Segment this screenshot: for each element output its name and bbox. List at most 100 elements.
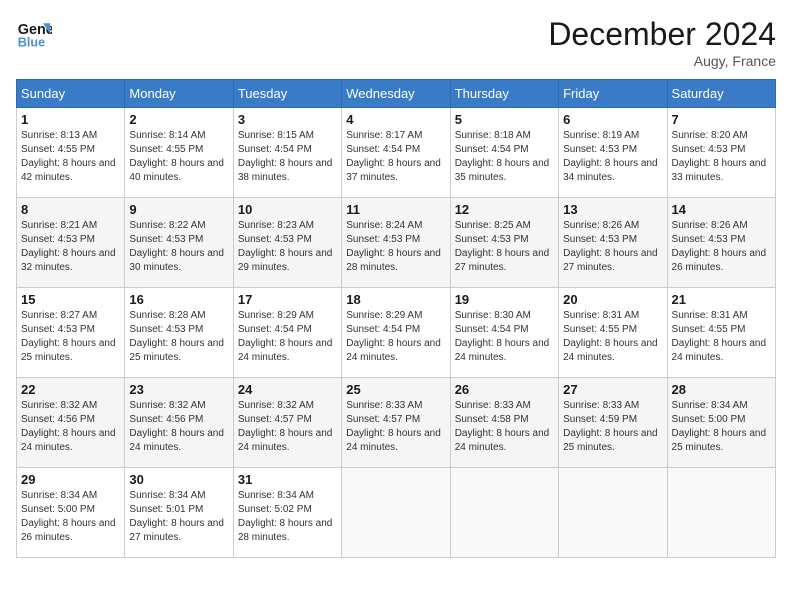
day-info: Sunrise: 8:32 AM Sunset: 4:57 PM Dayligh… xyxy=(238,399,337,455)
day-23: 23 Sunrise: 8:32 AM Sunset: 4:56 PM Dayl… xyxy=(125,378,233,468)
day-13: 13 Sunrise: 8:26 AM Sunset: 4:53 PM Dayl… xyxy=(559,198,667,288)
day-info: Sunrise: 8:13 AM Sunset: 4:55 PM Dayligh… xyxy=(21,129,120,185)
day-number: 18 xyxy=(346,292,445,307)
day-info: Sunrise: 8:22 AM Sunset: 4:53 PM Dayligh… xyxy=(129,219,228,275)
day-number: 31 xyxy=(238,472,337,487)
day-16: 16 Sunrise: 8:28 AM Sunset: 4:53 PM Dayl… xyxy=(125,288,233,378)
day-number: 14 xyxy=(672,202,771,217)
day-number: 6 xyxy=(563,112,662,127)
day-number: 10 xyxy=(238,202,337,217)
day-info: Sunrise: 8:34 AM Sunset: 5:00 PM Dayligh… xyxy=(21,489,120,545)
day-20: 20 Sunrise: 8:31 AM Sunset: 4:55 PM Dayl… xyxy=(559,288,667,378)
title-block: December 2024 Augy, France xyxy=(548,16,776,69)
day-19: 19 Sunrise: 8:30 AM Sunset: 4:54 PM Dayl… xyxy=(450,288,558,378)
col-sunday: Sunday xyxy=(17,80,125,108)
day-info: Sunrise: 8:34 AM Sunset: 5:02 PM Dayligh… xyxy=(238,489,337,545)
col-friday: Friday xyxy=(559,80,667,108)
day-28: 28 Sunrise: 8:34 AM Sunset: 5:00 PM Dayl… xyxy=(667,378,775,468)
day-info: Sunrise: 8:33 AM Sunset: 4:58 PM Dayligh… xyxy=(455,399,554,455)
day-info: Sunrise: 8:18 AM Sunset: 4:54 PM Dayligh… xyxy=(455,129,554,185)
day-5: 5 Sunrise: 8:18 AM Sunset: 4:54 PM Dayli… xyxy=(450,108,558,198)
day-info: Sunrise: 8:26 AM Sunset: 4:53 PM Dayligh… xyxy=(563,219,662,275)
day-17: 17 Sunrise: 8:29 AM Sunset: 4:54 PM Dayl… xyxy=(233,288,341,378)
empty-day xyxy=(342,468,450,558)
day-info: Sunrise: 8:24 AM Sunset: 4:53 PM Dayligh… xyxy=(346,219,445,275)
calendar-table: Sunday Monday Tuesday Wednesday Thursday… xyxy=(16,79,776,558)
day-info: Sunrise: 8:17 AM Sunset: 4:54 PM Dayligh… xyxy=(346,129,445,185)
col-wednesday: Wednesday xyxy=(342,80,450,108)
calendar-week-5: 29 Sunrise: 8:34 AM Sunset: 5:00 PM Dayl… xyxy=(17,468,776,558)
day-number: 13 xyxy=(563,202,662,217)
calendar-header-row: Sunday Monday Tuesday Wednesday Thursday… xyxy=(17,80,776,108)
day-number: 21 xyxy=(672,292,771,307)
empty-day xyxy=(559,468,667,558)
day-info: Sunrise: 8:33 AM Sunset: 4:57 PM Dayligh… xyxy=(346,399,445,455)
page-header: General Blue December 2024 Augy, France xyxy=(16,16,776,69)
day-3: 3 Sunrise: 8:15 AM Sunset: 4:54 PM Dayli… xyxy=(233,108,341,198)
day-number: 26 xyxy=(455,382,554,397)
day-number: 9 xyxy=(129,202,228,217)
day-number: 27 xyxy=(563,382,662,397)
day-21: 21 Sunrise: 8:31 AM Sunset: 4:55 PM Dayl… xyxy=(667,288,775,378)
day-number: 5 xyxy=(455,112,554,127)
day-info: Sunrise: 8:26 AM Sunset: 4:53 PM Dayligh… xyxy=(672,219,771,275)
day-info: Sunrise: 8:28 AM Sunset: 4:53 PM Dayligh… xyxy=(129,309,228,365)
day-24: 24 Sunrise: 8:32 AM Sunset: 4:57 PM Dayl… xyxy=(233,378,341,468)
day-number: 15 xyxy=(21,292,120,307)
day-info: Sunrise: 8:20 AM Sunset: 4:53 PM Dayligh… xyxy=(672,129,771,185)
day-number: 16 xyxy=(129,292,228,307)
day-22: 22 Sunrise: 8:32 AM Sunset: 4:56 PM Dayl… xyxy=(17,378,125,468)
day-number: 4 xyxy=(346,112,445,127)
day-4: 4 Sunrise: 8:17 AM Sunset: 4:54 PM Dayli… xyxy=(342,108,450,198)
logo: General Blue xyxy=(16,16,56,52)
day-31: 31 Sunrise: 8:34 AM Sunset: 5:02 PM Dayl… xyxy=(233,468,341,558)
empty-day xyxy=(667,468,775,558)
day-number: 28 xyxy=(672,382,771,397)
day-info: Sunrise: 8:31 AM Sunset: 4:55 PM Dayligh… xyxy=(672,309,771,365)
day-info: Sunrise: 8:19 AM Sunset: 4:53 PM Dayligh… xyxy=(563,129,662,185)
day-number: 1 xyxy=(21,112,120,127)
col-tuesday: Tuesday xyxy=(233,80,341,108)
col-thursday: Thursday xyxy=(450,80,558,108)
day-info: Sunrise: 8:27 AM Sunset: 4:53 PM Dayligh… xyxy=(21,309,120,365)
day-number: 12 xyxy=(455,202,554,217)
empty-day xyxy=(450,468,558,558)
day-number: 3 xyxy=(238,112,337,127)
day-8: 8 Sunrise: 8:21 AM Sunset: 4:53 PM Dayli… xyxy=(17,198,125,288)
day-number: 7 xyxy=(672,112,771,127)
day-number: 11 xyxy=(346,202,445,217)
location: Augy, France xyxy=(548,53,776,69)
col-saturday: Saturday xyxy=(667,80,775,108)
day-30: 30 Sunrise: 8:34 AM Sunset: 5:01 PM Dayl… xyxy=(125,468,233,558)
day-15: 15 Sunrise: 8:27 AM Sunset: 4:53 PM Dayl… xyxy=(17,288,125,378)
day-12: 12 Sunrise: 8:25 AM Sunset: 4:53 PM Dayl… xyxy=(450,198,558,288)
day-1: 1 Sunrise: 8:13 AM Sunset: 4:55 PM Dayli… xyxy=(17,108,125,198)
col-monday: Monday xyxy=(125,80,233,108)
day-2: 2 Sunrise: 8:14 AM Sunset: 4:55 PM Dayli… xyxy=(125,108,233,198)
day-info: Sunrise: 8:30 AM Sunset: 4:54 PM Dayligh… xyxy=(455,309,554,365)
day-number: 8 xyxy=(21,202,120,217)
day-info: Sunrise: 8:14 AM Sunset: 4:55 PM Dayligh… xyxy=(129,129,228,185)
day-number: 20 xyxy=(563,292,662,307)
day-number: 22 xyxy=(21,382,120,397)
day-info: Sunrise: 8:23 AM Sunset: 4:53 PM Dayligh… xyxy=(238,219,337,275)
day-info: Sunrise: 8:32 AM Sunset: 4:56 PM Dayligh… xyxy=(21,399,120,455)
day-number: 23 xyxy=(129,382,228,397)
day-number: 17 xyxy=(238,292,337,307)
calendar-week-2: 8 Sunrise: 8:21 AM Sunset: 4:53 PM Dayli… xyxy=(17,198,776,288)
day-number: 2 xyxy=(129,112,228,127)
svg-text:Blue: Blue xyxy=(18,36,45,50)
day-29: 29 Sunrise: 8:34 AM Sunset: 5:00 PM Dayl… xyxy=(17,468,125,558)
calendar-week-3: 15 Sunrise: 8:27 AM Sunset: 4:53 PM Dayl… xyxy=(17,288,776,378)
day-info: Sunrise: 8:31 AM Sunset: 4:55 PM Dayligh… xyxy=(563,309,662,365)
month-title: December 2024 xyxy=(548,16,776,53)
day-number: 30 xyxy=(129,472,228,487)
day-9: 9 Sunrise: 8:22 AM Sunset: 4:53 PM Dayli… xyxy=(125,198,233,288)
calendar-week-1: 1 Sunrise: 8:13 AM Sunset: 4:55 PM Dayli… xyxy=(17,108,776,198)
day-6: 6 Sunrise: 8:19 AM Sunset: 4:53 PM Dayli… xyxy=(559,108,667,198)
day-10: 10 Sunrise: 8:23 AM Sunset: 4:53 PM Dayl… xyxy=(233,198,341,288)
day-26: 26 Sunrise: 8:33 AM Sunset: 4:58 PM Dayl… xyxy=(450,378,558,468)
day-info: Sunrise: 8:21 AM Sunset: 4:53 PM Dayligh… xyxy=(21,219,120,275)
day-number: 25 xyxy=(346,382,445,397)
day-info: Sunrise: 8:34 AM Sunset: 5:01 PM Dayligh… xyxy=(129,489,228,545)
